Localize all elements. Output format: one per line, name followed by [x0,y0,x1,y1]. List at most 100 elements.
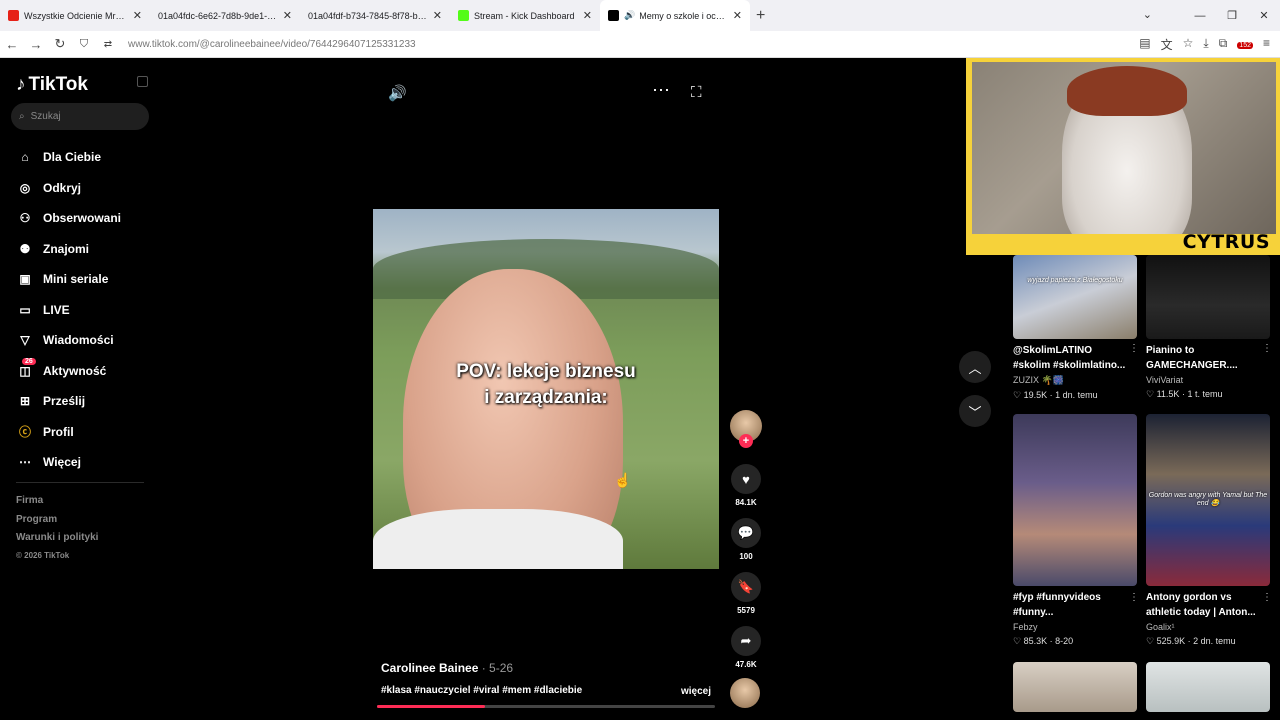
recommended-video[interactable]: #fyp #funnyvideos #funny... ⋮ Febzy ♡ 85… [1013,414,1139,647]
reader-icon[interactable]: ▤ [1139,36,1150,53]
next-video-chevron-down-icon[interactable]: ﹀ [959,395,991,427]
kebab-menu-icon[interactable]: ⋮ [1262,592,1272,603]
video-title[interactable]: #fyp #funnyvideos #funny... [1013,590,1131,620]
sidebar-item-aktywnosc[interactable]: ◫ 26 Aktywność [16,356,121,387]
video-thumbnail[interactable]: wyjazd papieża z Białegostoku [1013,255,1137,339]
video-progress-bar[interactable] [377,705,715,708]
browser-tab-active[interactable]: 🔊 Memy o szkole i ocenie na ✕ [600,0,750,31]
more-options-icon[interactable]: ⋯ [652,80,670,101]
live-icon: ▭ [19,302,31,317]
video-thumbnail[interactable] [1013,414,1137,586]
close-tab-icon[interactable]: ✕ [583,9,592,22]
browser-tab[interactable]: Stream - Kick Dashboard ✕ [450,0,600,31]
chevron-down-icon[interactable]: ⌄ [1143,8,1152,21]
kebab-menu-icon[interactable]: ⋮ [1129,343,1139,354]
close-tab-icon[interactable]: ✕ [133,9,142,22]
action-bar: + ♥ 84.1K 💬 100 🔖 5579 ➦ 47.6K [730,410,762,708]
back-icon[interactable]: ← [0,37,24,52]
post-time: 1 t. temu [1187,389,1223,399]
video-thumbnail[interactable]: Gordon was angry with Yamal but The end … [1146,414,1270,586]
sidebar-item-live[interactable]: ▭ LIVE [16,295,121,326]
tiktok-logo[interactable]: ♪ TikTok [16,74,88,96]
permissions-icon[interactable]: ⇄ [96,39,120,50]
maximize-icon[interactable]: ❐ [1216,9,1248,22]
video-author[interactable]: ViviVariat [1146,375,1270,385]
creator-avatar[interactable]: + [730,410,762,448]
footer-link-program[interactable]: Program [16,514,98,533]
video-title[interactable]: @SkolimLATINO #skolim #skolimlatino... [1013,343,1131,373]
shield-icon[interactable]: ⛉ [72,38,96,51]
sidebar-item-wiecej[interactable]: ⋯ Więcej [16,447,121,478]
like-button[interactable]: ♥ 84.1K [730,464,762,507]
video-author[interactable]: Febzy [1013,622,1137,632]
close-tab-icon[interactable]: ✕ [433,9,442,22]
recommended-video[interactable] [1013,662,1137,712]
close-tab-icon[interactable]: ✕ [283,9,292,22]
recommended-video[interactable]: wyjazd papieża z Białegostoku @SkolimLAT… [1013,255,1139,401]
comment-count: 100 [739,552,753,561]
kebab-menu-icon[interactable]: ⋮ [1262,343,1272,354]
video-thumbnail[interactable] [1146,255,1270,339]
sidebar-item-przeslij[interactable]: ⊞ Prześlij [16,386,121,417]
url-bar[interactable]: www.tiktok.com/@carolineebainee/video/76… [128,39,416,50]
kebab-menu-icon[interactable]: ⋮ [1129,592,1139,603]
previous-video-chevron-up-icon[interactable]: ︿ [959,351,991,383]
copyright: © 2026 TikTok [16,550,70,560]
sidebar-item-label: Obserwowani [43,211,122,226]
like-count: 84.1K [735,498,757,507]
browser-tab[interactable]: Wszystkie Odcienie Mroku - Yo ✕ [0,0,150,31]
sidebar-item-znajomi[interactable]: ⚉ Znajomi [16,234,121,265]
recommended-video[interactable] [1146,662,1270,712]
sidebar-item-mini-seriale[interactable]: ▣ Mini seriale [16,264,121,295]
video-title[interactable]: Antony gordon vs athletic today | Anton.… [1146,590,1264,620]
reload-icon[interactable]: ↻ [48,36,72,52]
sidebar-item-label: Profil [43,424,74,439]
video-thumbnail[interactable] [1013,662,1137,712]
sidebar-item-obserwowani[interactable]: ⚇ Obserwowani [16,203,121,234]
sidebar-item-wiadomosci[interactable]: ▽ Wiadomości [16,325,121,356]
footer-link-terms[interactable]: Warunki i polityki [16,532,98,551]
collapse-sidebar-icon[interactable] [137,76,148,87]
download-icon[interactable]: ⤓ [1203,36,1208,53]
minimize-icon[interactable]: — [1184,10,1216,22]
menu-icon[interactable]: ≡ [1263,36,1270,53]
sidebar-item-label: Prześlij [43,394,86,409]
search-input[interactable]: ⌕ Szukaj [11,103,149,130]
sidebar-item-profil[interactable]: ⓒ Profil [16,417,121,448]
close-tab-icon[interactable]: ✕ [733,9,742,22]
video-author[interactable]: Goalix¹ [1146,622,1270,632]
bookmark-star-icon[interactable]: ☆ [1183,36,1194,53]
save-button[interactable]: 🔖 5579 [730,572,762,615]
browser-tab[interactable]: 01a04fdc-6e62-7d8b-9de1-7d10f9 ✕ [150,0,300,31]
new-tab-icon[interactable]: + [756,7,765,25]
video-player[interactable]: POV: lekcje biznesu i zarządzania: [373,209,719,569]
video-author[interactable]: ZUZIX 🌴🎆 [1013,375,1137,386]
extensions-icon[interactable]: ⧉ [1219,36,1228,53]
video-hashtags[interactable]: #klasa #nauczyciel #viral #mem #dlaciebi… [381,685,582,696]
sound-avatar[interactable] [730,678,760,708]
webcam-feed [972,62,1276,234]
ublock-icon[interactable]: 152 [1237,36,1253,53]
translate-icon[interactable]: 文 [1161,36,1173,53]
youtube-favicon-icon [8,10,19,21]
volume-icon[interactable]: 🔊 [388,84,407,102]
speaker-icon[interactable]: 🔊 [624,10,635,21]
sidebar-item-odkryj[interactable]: ◎ Odkryj [16,173,121,204]
follow-plus-icon[interactable]: + [739,434,753,448]
video-thumbnail[interactable] [1146,662,1270,712]
recommended-video[interactable]: Pianino to GAMECHANGER.... ⋮ ViviVariat … [1146,255,1272,400]
comment-button[interactable]: 💬 100 [730,518,762,561]
tab-title: 01a04fdc-6e62-7d8b-9de1-7d10f9 [158,10,277,21]
share-button[interactable]: ➦ 47.6K [730,626,762,669]
sidebar-item-dla-ciebie[interactable]: ⌂ Dla Ciebie [16,142,121,173]
forward-icon[interactable]: → [24,37,48,52]
footer-link-firma[interactable]: Firma [16,495,98,514]
close-window-icon[interactable]: ✕ [1248,9,1280,22]
video-title[interactable]: Pianino to GAMECHANGER.... [1146,343,1264,373]
browser-tab[interactable]: 01a04fdf-b734-7845-8f78-b88f24b ✕ [300,0,450,31]
fullscreen-icon[interactable]: ⛶ [691,84,702,101]
recommended-video[interactable]: Gordon was angry with Yamal but The end … [1146,414,1272,647]
video-author[interactable]: Carolinee Bainee · 5-26 [381,661,513,675]
more-button[interactable]: więcej [681,686,711,697]
sidebar-item-label: Dla Ciebie [43,150,102,165]
